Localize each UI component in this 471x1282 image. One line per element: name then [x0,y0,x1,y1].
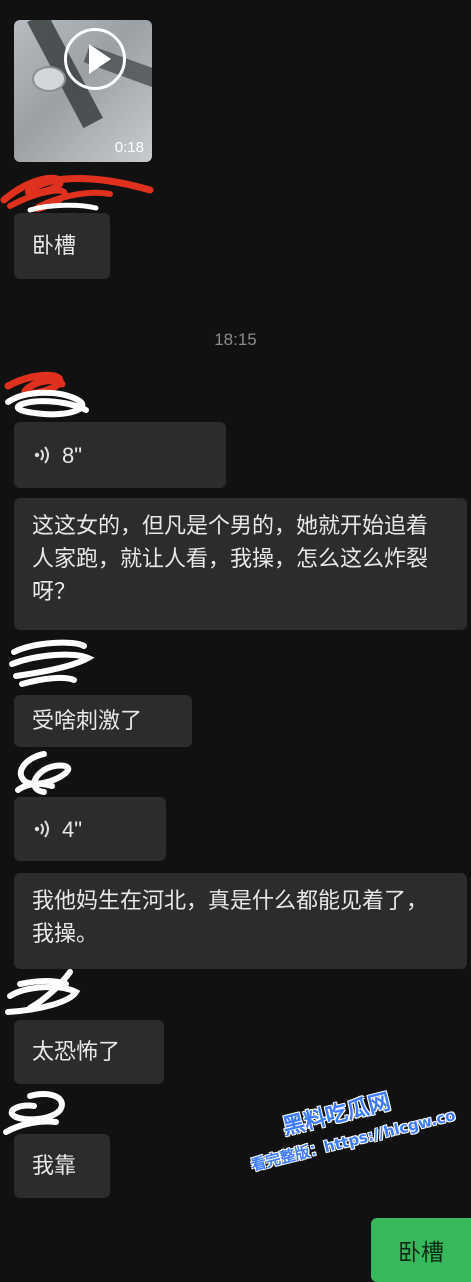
redaction-scribble [4,371,89,418]
own-message-text: 卧槽 [398,1240,444,1266]
watermark: 黑料吃瓜网 看完整版：https://hlcgw.co [240,1069,457,1175]
message-text: 太恐怖了 [32,1039,121,1065]
message-bubble[interactable]: 受啥刺激了 [14,695,192,747]
redaction-scribble [9,639,94,687]
voice-duration: 4" [62,816,83,842]
voice-message-bubble[interactable]: 8" [14,422,226,488]
message-bubble[interactable]: 卧槽 [14,213,110,279]
voice-wave-icon [34,820,49,838]
video-message-thumbnail[interactable]: 0:18 [14,20,152,162]
play-icon-triangle [89,44,111,74]
voice-duration: 8" [62,442,83,468]
message-text: 我他妈生在河北，真是什么都能见着了，我操。 [32,889,429,947]
message-bubble[interactable]: 这这女的，但凡是个男的，她就开始追着人家跑，就让人看，我操，怎么这么炸裂呀？ [14,498,467,630]
video-duration: 0:18 [114,139,144,156]
message-bubble[interactable]: 我靠 [14,1134,110,1198]
message-bubble[interactable]: 我他妈生在河北，真是什么都能见着了，我操。 [14,873,467,969]
message-text: 卧槽 [32,233,77,259]
message-bubble[interactable]: 太恐怖了 [14,1020,164,1084]
thumbnail-object [32,66,66,92]
redaction-scribble [15,751,72,795]
voice-wave-icon [34,446,49,464]
redaction-scribble [5,969,81,1015]
chat-timestamp: 18:15 [214,330,257,349]
own-message-bubble[interactable]: 卧槽 [371,1218,471,1282]
voice-message-bubble[interactable]: 4" [14,797,166,861]
message-text: 这这女的，但凡是个男的，她就开始追着人家跑，就让人看，我操，怎么这么炸裂呀？ [32,514,429,605]
message-text: 我靠 [32,1153,77,1179]
message-text: 受啥刺激了 [32,708,143,734]
